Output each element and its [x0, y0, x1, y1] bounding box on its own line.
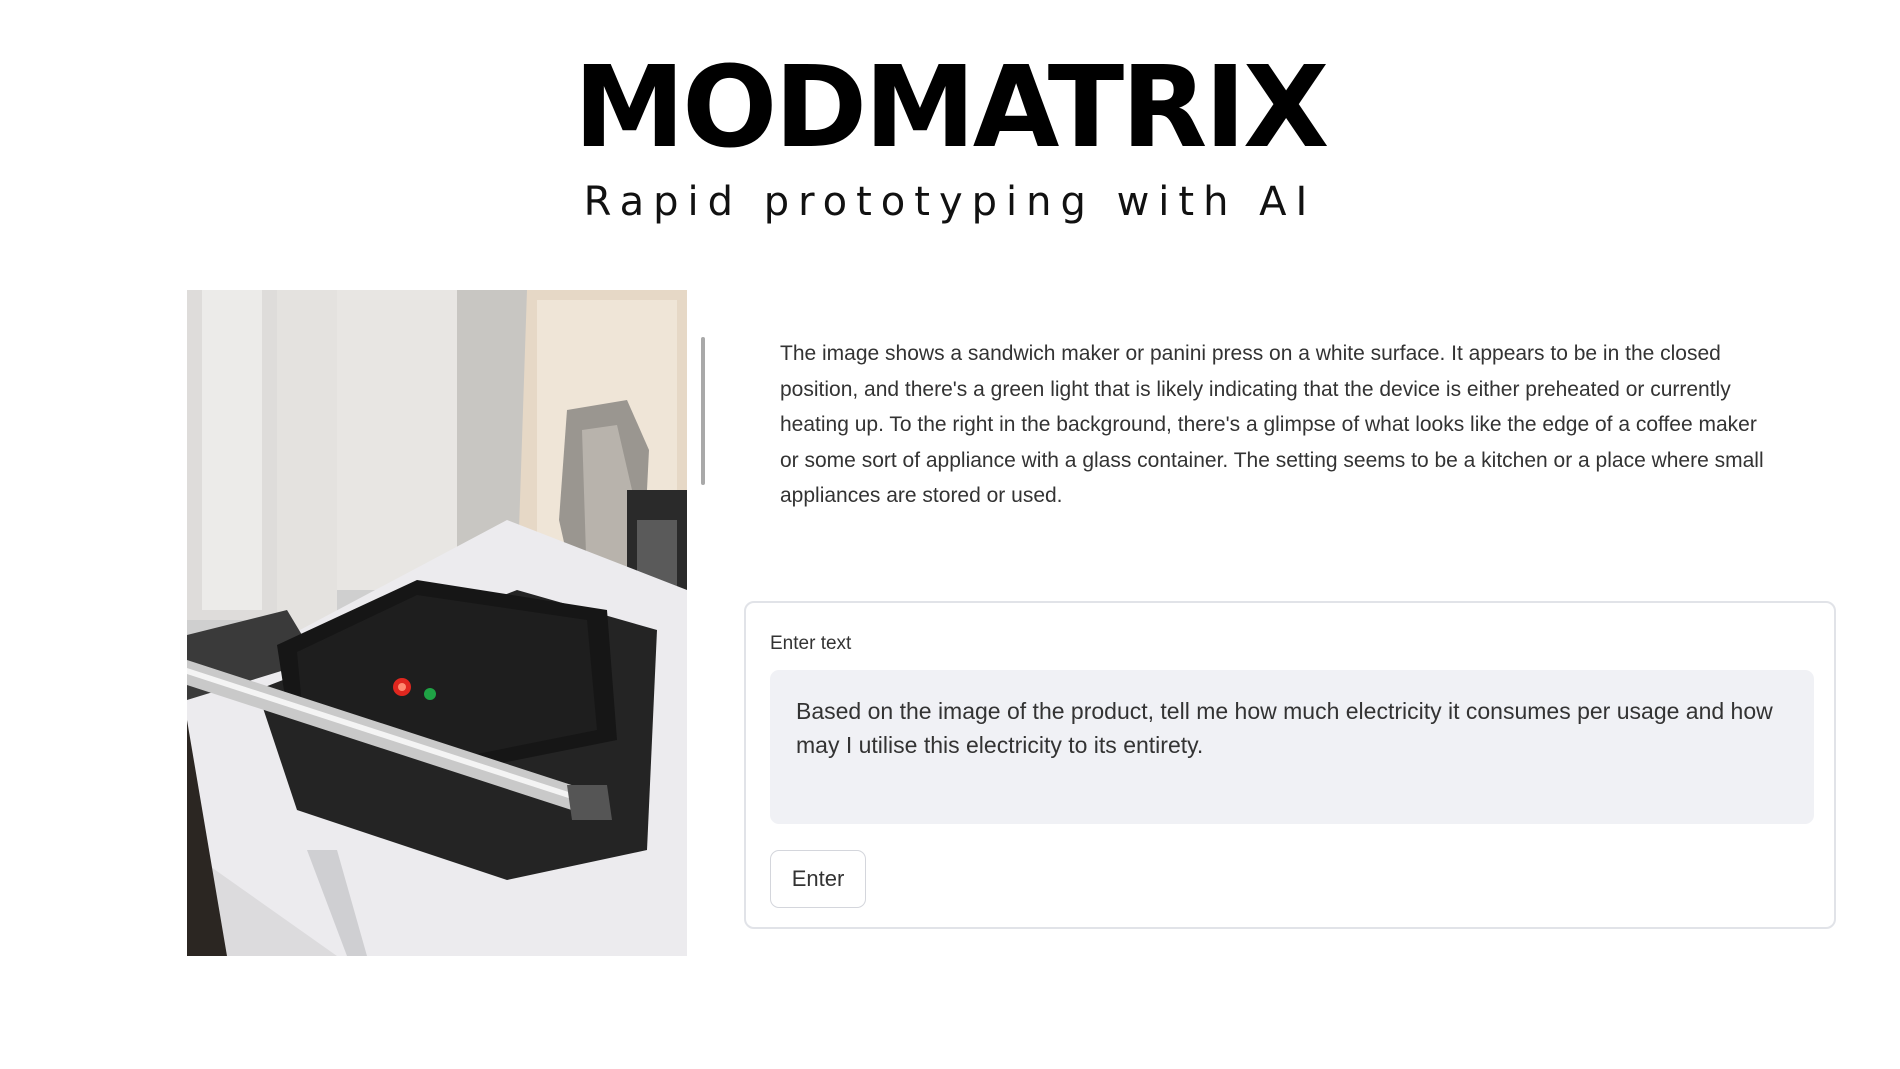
- enter-button[interactable]: Enter: [770, 850, 866, 908]
- response-scrollbar[interactable]: [701, 337, 705, 485]
- app-tagline: Rapid prototyping with AI: [583, 179, 1317, 225]
- prompt-label: Enter text: [770, 633, 852, 654]
- prompt-input[interactable]: Based on the image of the product, tell …: [770, 670, 1814, 824]
- image-description-text: The image shows a sandwich maker or pani…: [780, 342, 1764, 507]
- prompt-form: Enter text Based on the image of the pro…: [744, 601, 1836, 929]
- uploaded-product-image: [187, 290, 687, 956]
- app-logo: MODMATRIX: [573, 43, 1330, 173]
